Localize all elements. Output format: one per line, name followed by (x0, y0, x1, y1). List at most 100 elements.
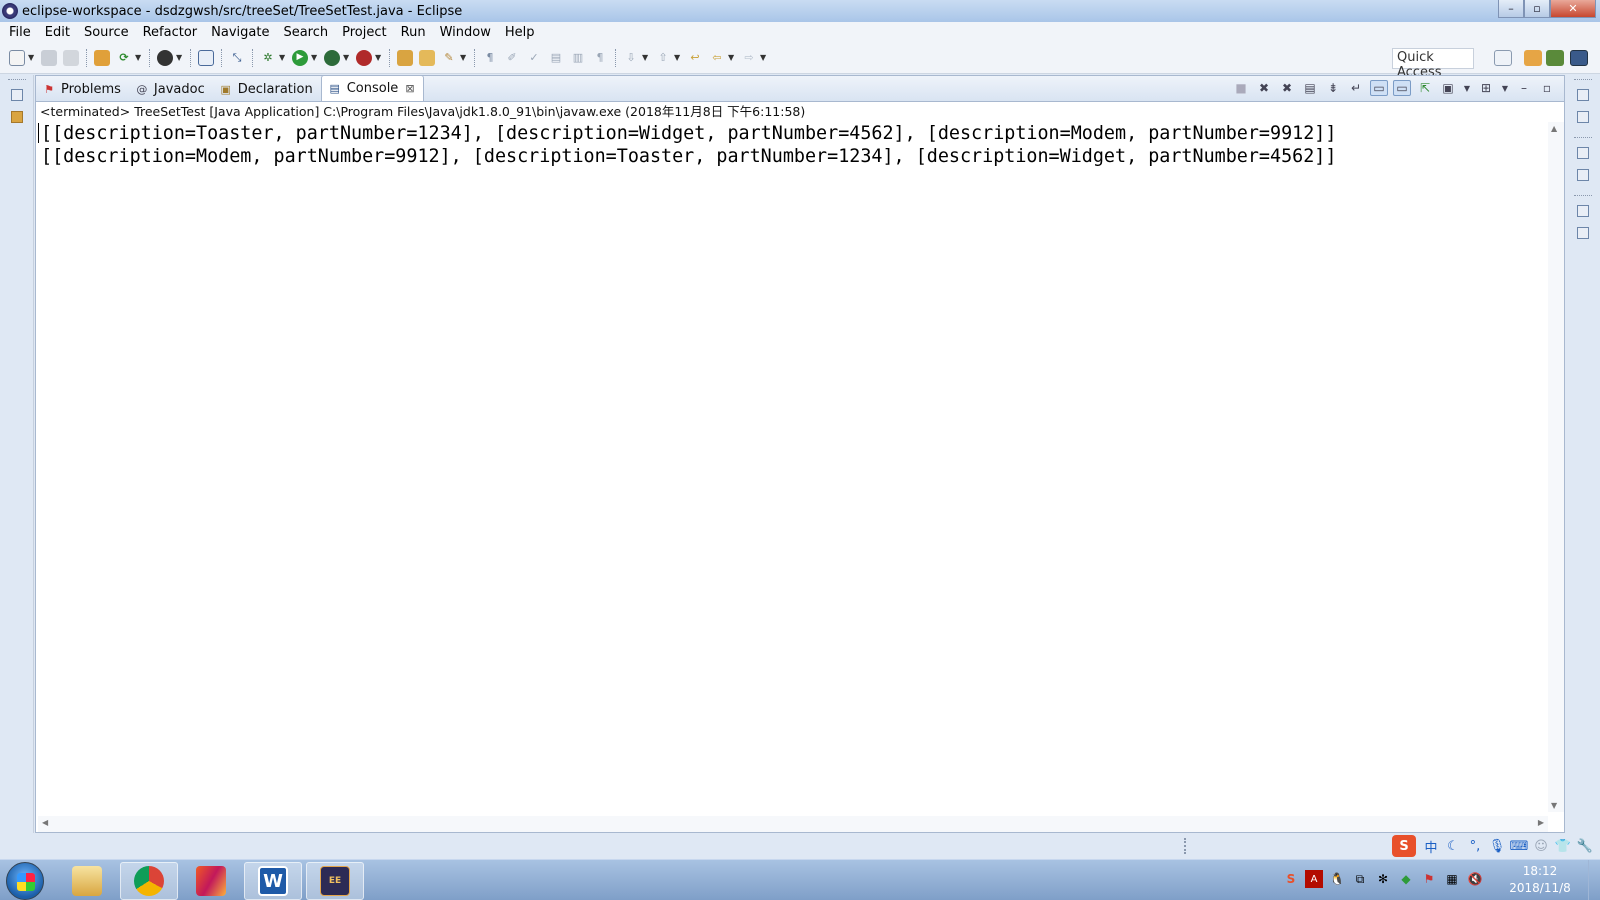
network-share-icon[interactable]: ⧉ (1351, 870, 1369, 888)
menu-help[interactable]: Help (498, 25, 542, 40)
javaee-perspective-icon[interactable] (1570, 50, 1588, 66)
user-icon[interactable]: ☺ (1530, 836, 1552, 856)
new-java-package-icon[interactable] (94, 49, 110, 66)
flag-icon[interactable]: ⚑ (1420, 870, 1438, 888)
chevron-down-icon[interactable]: ▼ (642, 53, 650, 62)
word-wrap-icon[interactable]: ↵ (1347, 80, 1365, 96)
chevron-down-icon[interactable]: ▼ (28, 53, 36, 62)
save-icon[interactable] (41, 49, 57, 66)
sogou-tray-icon[interactable]: S (1282, 870, 1300, 888)
new-icon[interactable] (9, 49, 25, 66)
pin-console-icon[interactable]: ⇱ (1416, 80, 1434, 96)
back-icon[interactable]: ⇦ (709, 50, 725, 66)
clear-console-icon[interactable]: ▤ (1301, 80, 1319, 96)
chevron-down-icon[interactable]: ▼ (343, 53, 351, 62)
menu-edit[interactable]: Edit (38, 25, 77, 40)
show-on-stdout-icon[interactable]: ▭ (1370, 80, 1388, 96)
chevron-down-icon[interactable]: ▼ (1500, 80, 1510, 96)
menu-run[interactable]: Run (394, 25, 433, 40)
forward-icon[interactable]: ⇨ (741, 50, 757, 66)
close-button[interactable]: ✕ (1550, 0, 1596, 18)
external-tools-icon[interactable] (356, 49, 372, 66)
block-selection-icon[interactable]: ▤ (548, 50, 564, 66)
menu-search[interactable]: Search (276, 25, 335, 40)
tab-problems[interactable]: ⚑ Problems (36, 77, 129, 101)
open-console-icon[interactable]: ⊞ (1477, 80, 1495, 96)
taskbar-chrome[interactable] (120, 862, 178, 900)
debug-perspective-icon[interactable] (1546, 50, 1564, 66)
sogou-logo-icon[interactable]: S (1392, 835, 1416, 857)
menu-source[interactable]: Source (77, 25, 136, 40)
console-output[interactable]: [[description=Toaster, partNumber=1234],… (38, 122, 1546, 812)
vertical-scrollbar[interactable]: ▲ ▼ (1548, 122, 1564, 812)
remove-all-terminated-icon[interactable]: ✖ (1278, 80, 1296, 96)
volume-muted-icon[interactable]: 🔇 (1466, 870, 1484, 888)
scroll-lock-icon[interactable]: ⇟ (1324, 80, 1342, 96)
trim-handle[interactable] (1574, 195, 1592, 196)
java-perspective-icon[interactable] (1524, 50, 1542, 66)
menu-window[interactable]: Window (433, 25, 498, 40)
skip-breakpoints-icon[interactable]: ⤡ (229, 50, 245, 66)
open-type-icon[interactable] (397, 49, 413, 66)
terminal-icon[interactable] (198, 49, 214, 66)
trim-handle[interactable] (8, 79, 26, 80)
trim-handle[interactable] (1574, 79, 1592, 80)
scroll-up-icon[interactable]: ▲ (1551, 124, 1557, 133)
restore-icon[interactable] (1577, 89, 1589, 101)
display-console-icon[interactable]: ▣ (1439, 80, 1457, 96)
maximize-view-icon[interactable]: ▫ (1538, 80, 1556, 96)
next-annotation-icon[interactable]: ⇩ (623, 50, 639, 66)
tab-javadoc[interactable]: @ Javadoc (129, 77, 213, 101)
palette-icon[interactable] (1577, 227, 1589, 239)
chevron-down-icon[interactable]: ▼ (674, 53, 682, 62)
security-icon[interactable]: ◆ (1397, 870, 1415, 888)
horizontal-scrollbar[interactable]: ◀ ▶ (38, 816, 1548, 832)
coverage-icon[interactable] (324, 49, 340, 66)
chevron-down-icon[interactable]: ▼ (176, 53, 184, 62)
network-icon[interactable]: ▦ (1443, 870, 1461, 888)
system-clock[interactable]: 18:12 2018/11/8 (1500, 863, 1580, 897)
menu-project[interactable]: Project (335, 25, 393, 40)
maximize-button[interactable]: ▫ (1524, 0, 1550, 18)
ime-mode-toggle[interactable]: 中 (1420, 836, 1442, 856)
menu-file[interactable]: File (2, 25, 38, 40)
debug-icon[interactable]: ✲ (260, 50, 276, 66)
remove-launch-icon[interactable]: ✖ (1255, 80, 1273, 96)
restore-icon[interactable] (1577, 147, 1589, 159)
chevron-down-icon[interactable]: ▼ (375, 53, 383, 62)
profile-icon[interactable] (157, 49, 173, 66)
terminate-icon[interactable]: ■ (1232, 80, 1250, 96)
adobe-icon[interactable]: A (1305, 870, 1323, 888)
close-tab-icon[interactable]: ⊠ (405, 82, 414, 95)
run-icon[interactable]: ▶ (292, 49, 308, 66)
package-explorer-icon[interactable] (11, 111, 23, 123)
taskbar-jetbrains[interactable] (182, 862, 240, 900)
show-on-stderr-icon[interactable]: ▭ (1393, 80, 1411, 96)
quick-access-field[interactable]: Quick Access (1392, 48, 1474, 80)
moon-icon[interactable]: ☾ (1442, 836, 1464, 856)
mark-occurrences-icon[interactable]: ✓ (526, 50, 542, 66)
skin-icon[interactable]: 👕 (1552, 836, 1574, 856)
keyboard-icon[interactable]: ⌨ (1508, 836, 1530, 856)
scroll-left-icon[interactable]: ◀ (42, 818, 48, 827)
taskbar-file-explorer[interactable] (58, 862, 116, 900)
scroll-down-icon[interactable]: ▼ (1551, 801, 1557, 810)
save-all-icon[interactable] (63, 49, 79, 66)
settings-icon[interactable]: ✻ (1374, 870, 1392, 888)
start-button[interactable] (6, 862, 44, 900)
last-edit-location-icon[interactable]: ↩ (687, 50, 703, 66)
chevron-down-icon[interactable]: ▼ (760, 53, 768, 62)
outline-icon[interactable] (1577, 169, 1589, 181)
chevron-down-icon[interactable]: ▼ (460, 53, 468, 62)
word-wrap-icon[interactable]: ▥ (570, 50, 586, 66)
menu-refactor[interactable]: Refactor (136, 25, 205, 40)
show-whitespace-icon[interactable]: ¶ (592, 50, 608, 66)
trim-handle[interactable] (1574, 137, 1592, 138)
chevron-down-icon[interactable]: ▼ (135, 53, 143, 62)
scroll-right-icon[interactable]: ▶ (1538, 818, 1544, 827)
open-perspective-icon[interactable] (1494, 50, 1512, 66)
annotation-icon[interactable]: ¶ (482, 50, 498, 66)
qq-icon[interactable]: 🐧 (1328, 870, 1346, 888)
pen-icon[interactable]: ✐ (504, 50, 520, 66)
previous-annotation-icon[interactable]: ⇧ (655, 50, 671, 66)
